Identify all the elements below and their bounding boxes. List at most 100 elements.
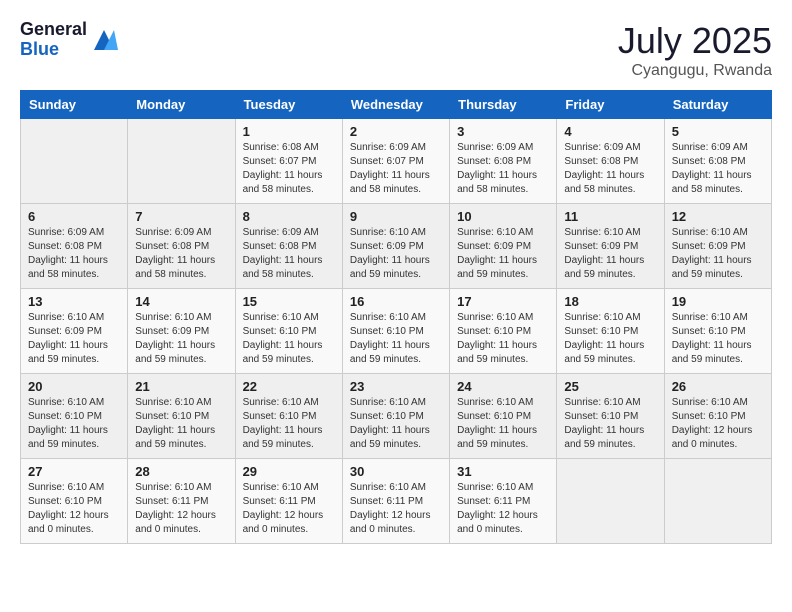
calendar-cell [557,459,664,544]
day-info: Sunrise: 6:10 AMSunset: 6:10 PMDaylight:… [243,311,335,367]
day-info: Sunrise: 6:10 AMSunset: 6:10 PMDaylight:… [564,396,656,452]
day-number: 27 [28,464,120,479]
day-number: 11 [564,209,656,224]
calendar-cell: 1Sunrise: 6:08 AMSunset: 6:07 PMDaylight… [235,119,342,204]
day-info: Sunrise: 6:10 AMSunset: 6:09 PMDaylight:… [28,311,120,367]
day-info: Sunrise: 6:09 AMSunset: 6:08 PMDaylight:… [135,226,227,282]
day-info: Sunrise: 6:10 AMSunset: 6:09 PMDaylight:… [564,226,656,282]
month-title: July 2025 [618,20,772,62]
day-info: Sunrise: 6:10 AMSunset: 6:11 PMDaylight:… [135,481,227,537]
weekday-sunday: Sunday [21,91,128,119]
calendar-cell: 10Sunrise: 6:10 AMSunset: 6:09 PMDayligh… [450,204,557,289]
calendar-cell: 8 Sunrise: 6:09 AMSunset: 6:08 PMDaylight… [235,204,342,289]
day-info: Sunrise: 6:08 AMSunset: 6:07 PMDaylight:… [243,141,335,197]
day-number: 15 [243,294,335,309]
calendar-week-5: 27 Sunrise: 6:10 AMSunset: 6:10 PMDayligh… [21,459,772,544]
day-info: Sunrise: 6:10 AMSunset: 6:10 PMDaylight:… [564,311,656,367]
day-info: Sunrise: 6:10 AMSunset: 6:09 PMDaylight:… [672,226,764,282]
day-info: Sunrise: 6:09 AMSunset: 6:08 PMDaylight:… [672,141,764,197]
calendar-cell: 16Sunrise: 6:10 AMSunset: 6:10 PMDayligh… [342,289,449,374]
calendar-cell: 21Sunrise: 6:10 AMSunset: 6:10 PMDayligh… [128,374,235,459]
calendar-cell: 22 Sunrise: 6:10 AMSunset: 6:10 PMDayligh… [235,374,342,459]
day-info: Sunrise: 6:10 AMSunset: 6:10 PMDaylight:… [28,481,120,537]
day-number: 7 [135,209,227,224]
day-number: 26 [672,379,764,394]
calendar-cell: 29 Sunrise: 6:10 AMSunset: 6:11 PMDayligh… [235,459,342,544]
title-block: July 2025 Cyangugu, Rwanda [618,20,772,80]
calendar-header: SundayMondayTuesdayWednesdayThursdayFrid… [21,91,772,119]
logo-general-text: General [20,20,87,40]
calendar-cell: 11 Sunrise: 6:10 AMSunset: 6:09 PMDayligh… [557,204,664,289]
day-number: 2 [350,124,442,139]
calendar-week-2: 6 Sunrise: 6:09 AMSunset: 6:08 PMDaylight… [21,204,772,289]
calendar-cell: 17 Sunrise: 6:10 AMSunset: 6:10 PMDayligh… [450,289,557,374]
calendar-cell: 9Sunrise: 6:10 AMSunset: 6:09 PMDaylight… [342,204,449,289]
day-info: Sunrise: 6:10 AMSunset: 6:10 PMDaylight:… [350,311,442,367]
weekday-thursday: Thursday [450,91,557,119]
day-number: 12 [672,209,764,224]
day-info: Sunrise: 6:09 AMSunset: 6:07 PMDaylight:… [350,141,442,197]
day-number: 19 [672,294,764,309]
calendar-cell [128,119,235,204]
calendar-cell: 24 Sunrise: 6:10 AMSunset: 6:10 PMDayligh… [450,374,557,459]
calendar-cell: 19Sunrise: 6:10 AMSunset: 6:10 PMDayligh… [664,289,771,374]
day-number: 13 [28,294,120,309]
day-number: 31 [457,464,549,479]
day-number: 10 [457,209,549,224]
calendar-cell: 31 Sunrise: 6:10 AMSunset: 6:11 PMDayligh… [450,459,557,544]
location: Cyangugu, Rwanda [618,62,772,80]
logo: General Blue [20,20,118,60]
day-info: Sunrise: 6:10 AMSunset: 6:11 PMDaylight:… [350,481,442,537]
day-number: 22 [243,379,335,394]
calendar-cell: 30 Sunrise: 6:10 AMSunset: 6:11 PMDayligh… [342,459,449,544]
calendar-cell: 14 Sunrise: 6:10 AMSunset: 6:09 PMDayligh… [128,289,235,374]
day-number: 29 [243,464,335,479]
calendar-cell: 26 Sunrise: 6:10 AMSunset: 6:10 PMDayligh… [664,374,771,459]
calendar-cell: 7 Sunrise: 6:09 AMSunset: 6:08 PMDaylight… [128,204,235,289]
day-info: Sunrise: 6:09 AMSunset: 6:08 PMDaylight:… [564,141,656,197]
day-number: 24 [457,379,549,394]
day-number: 23 [350,379,442,394]
calendar-cell: 27 Sunrise: 6:10 AMSunset: 6:10 PMDayligh… [21,459,128,544]
day-info: Sunrise: 6:10 AMSunset: 6:11 PMDaylight:… [243,481,335,537]
day-number: 9 [350,209,442,224]
day-number: 28 [135,464,227,479]
weekday-header-row: SundayMondayTuesdayWednesdayThursdayFrid… [21,91,772,119]
day-number: 6 [28,209,120,224]
weekday-monday: Monday [128,91,235,119]
day-info: Sunrise: 6:10 AMSunset: 6:10 PMDaylight:… [457,396,549,452]
weekday-friday: Friday [557,91,664,119]
day-info: Sunrise: 6:10 AMSunset: 6:10 PMDaylight:… [457,311,549,367]
day-number: 4 [564,124,656,139]
weekday-saturday: Saturday [664,91,771,119]
day-number: 30 [350,464,442,479]
weekday-wednesday: Wednesday [342,91,449,119]
day-info: Sunrise: 6:09 AMSunset: 6:08 PMDaylight:… [28,226,120,282]
weekday-tuesday: Tuesday [235,91,342,119]
calendar-cell: 13 Sunrise: 6:10 AMSunset: 6:09 PMDayligh… [21,289,128,374]
day-info: Sunrise: 6:10 AMSunset: 6:10 PMDaylight:… [135,396,227,452]
day-info: Sunrise: 6:09 AMSunset: 6:08 PMDaylight:… [243,226,335,282]
day-number: 14 [135,294,227,309]
calendar-week-3: 13 Sunrise: 6:10 AMSunset: 6:09 PMDayligh… [21,289,772,374]
calendar-cell: 4 Sunrise: 6:09 AMSunset: 6:08 PMDaylight… [557,119,664,204]
day-number: 5 [672,124,764,139]
day-info: Sunrise: 6:10 AMSunset: 6:10 PMDaylight:… [243,396,335,452]
day-number: 17 [457,294,549,309]
calendar-cell [664,459,771,544]
day-number: 18 [564,294,656,309]
calendar-cell: 15 Sunrise: 6:10 AMSunset: 6:10 PMDayligh… [235,289,342,374]
calendar-cell: 5 Sunrise: 6:09 AMSunset: 6:08 PMDaylight… [664,119,771,204]
day-info: Sunrise: 6:10 AMSunset: 6:10 PMDaylight:… [672,396,764,452]
day-info: Sunrise: 6:10 AMSunset: 6:09 PMDaylight:… [135,311,227,367]
logo-blue-text: Blue [20,40,87,60]
calendar-cell: 12 Sunrise: 6:10 AMSunset: 6:09 PMDayligh… [664,204,771,289]
day-number: 3 [457,124,549,139]
day-info: Sunrise: 6:10 AMSunset: 6:11 PMDaylight:… [457,481,549,537]
calendar-table: SundayMondayTuesdayWednesdayThursdayFrid… [20,90,772,544]
day-number: 8 [243,209,335,224]
calendar-cell: 20Sunrise: 6:10 AMSunset: 6:10 PMDayligh… [21,374,128,459]
calendar-cell: 3Sunrise: 6:09 AMSunset: 6:08 PMDaylight… [450,119,557,204]
page-header: General Blue July 2025 Cyangugu, Rwanda [20,20,772,80]
calendar-cell: 2 Sunrise: 6:09 AMSunset: 6:07 PMDaylight… [342,119,449,204]
